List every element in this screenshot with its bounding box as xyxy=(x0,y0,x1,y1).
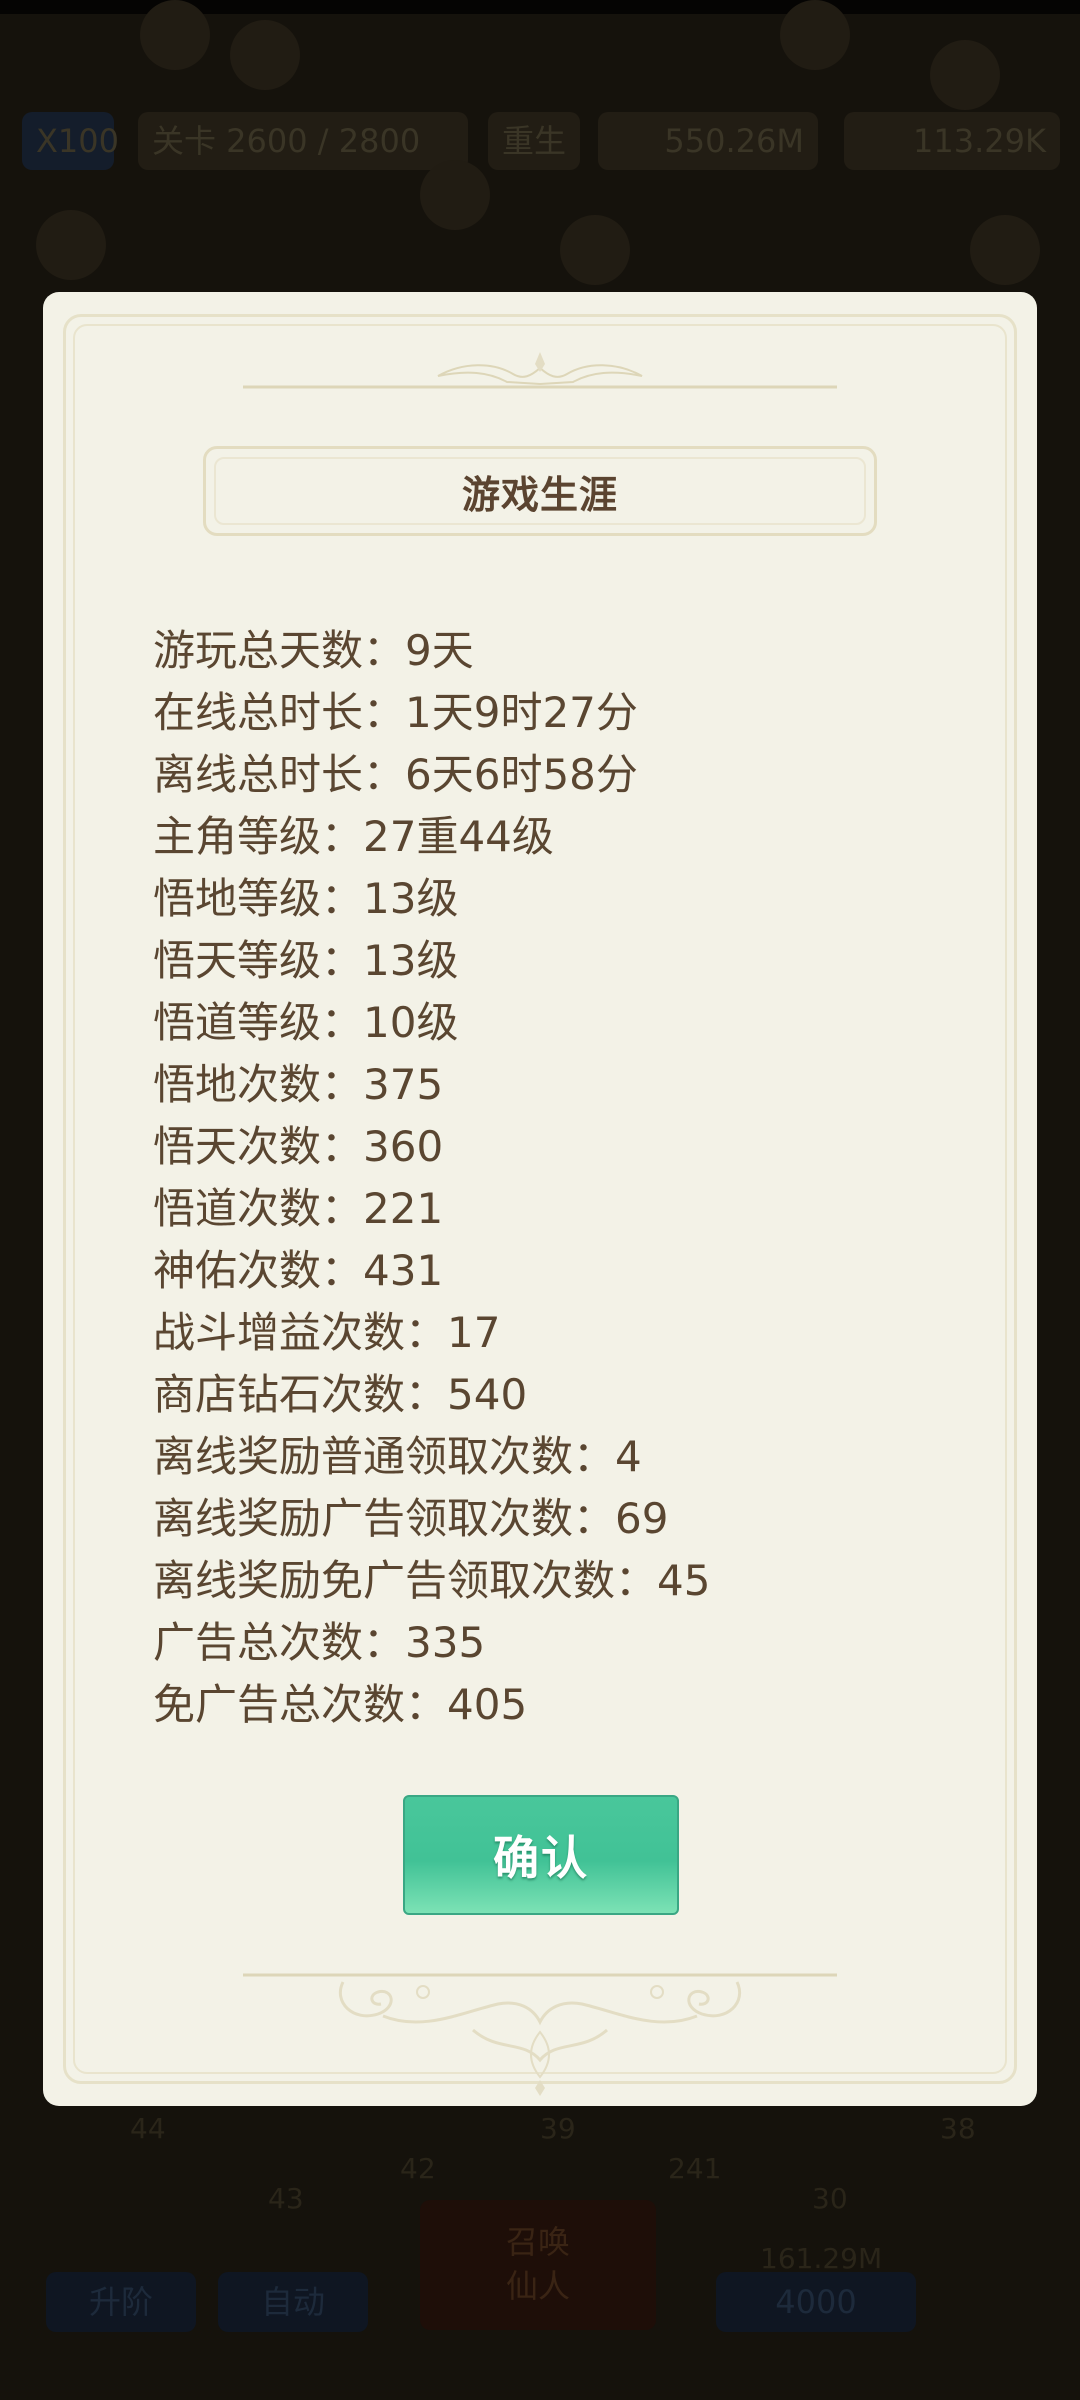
stat-offline-time: 离线总时长：6天6时58分 xyxy=(153,750,638,799)
stat-wudao-level: 悟道等级：10级 xyxy=(153,998,459,1047)
stat-noad-total: 免广告总次数：405 xyxy=(153,1680,528,1729)
top-ornament-icon xyxy=(243,352,837,389)
dialog-title-box: 游戏生涯 xyxy=(203,446,877,536)
stat-wudao-count: 悟道次数：221 xyxy=(153,1184,444,1233)
confirm-label: 确认 xyxy=(493,1831,589,1885)
stat-offline-ad-claims: 离线奖励广告领取次数：69 xyxy=(153,1494,669,1543)
stat-ad-total: 广告总次数：335 xyxy=(153,1618,486,1667)
stat-wutian-level: 悟天等级：13级 xyxy=(153,936,459,985)
modal-overlay: 游戏生涯 游玩总天数：9天 在线总时长：1天9时27分 离线总时长：6天6时58… xyxy=(0,0,1080,2400)
stat-online-time: 在线总时长：1天9时27分 xyxy=(153,688,638,737)
stat-battle-buff-count: 战斗增益次数：17 xyxy=(153,1308,501,1357)
stat-offline-normal-claims: 离线奖励普通领取次数：4 xyxy=(153,1432,642,1481)
confirm-button[interactable]: 确认 xyxy=(403,1795,679,1915)
stat-wudi-count: 悟地次数：375 xyxy=(153,1060,444,1109)
stat-hero-level: 主角等级：27重44级 xyxy=(153,812,554,861)
stat-wudi-level: 悟地等级：13级 xyxy=(153,874,459,923)
stat-offline-noad-claims: 离线奖励免广告领取次数：45 xyxy=(153,1556,711,1605)
stat-total-days: 游玩总天数：9天 xyxy=(153,626,474,675)
career-stats-list: 游玩总天数：9天 在线总时长：1天9时27分 离线总时长：6天6时58分 主角等… xyxy=(153,620,933,1736)
stat-wutian-count: 悟天次数：360 xyxy=(153,1122,444,1171)
stat-shop-diamond-count: 商店钻石次数：540 xyxy=(153,1370,528,1419)
career-dialog: 游戏生涯 游玩总天数：9天 在线总时长：1天9时27分 离线总时长：6天6时58… xyxy=(43,292,1037,2106)
stat-blessing-count: 神佑次数：431 xyxy=(153,1246,444,1295)
dialog-title: 游戏生涯 xyxy=(461,472,618,517)
